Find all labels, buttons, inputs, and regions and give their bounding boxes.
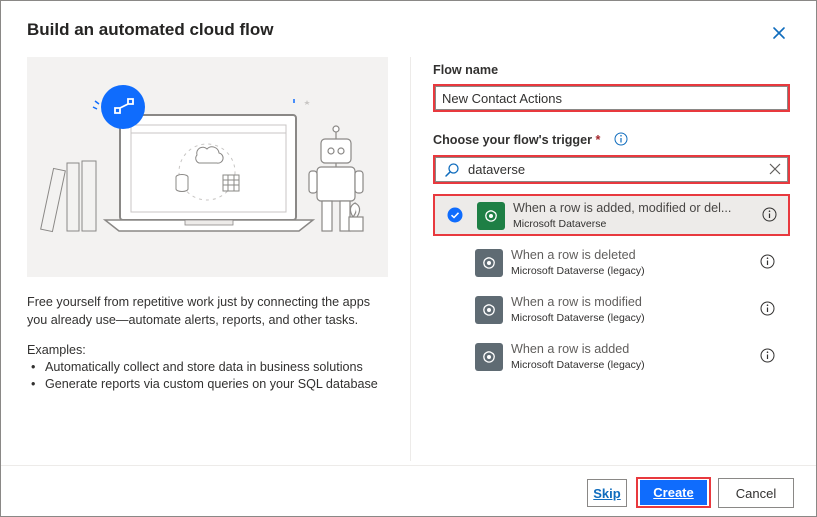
examples-list: Automatically collect and store data in …: [27, 359, 378, 393]
close-icon: [773, 27, 785, 39]
cancel-button[interactable]: Cancel: [718, 478, 794, 508]
build-flow-dialog: Build an automated cloud flow Free yours…: [0, 0, 817, 517]
trigger-option[interactable]: When a row is added, modified or del... …: [433, 194, 790, 236]
trigger-label-text: Choose your flow's trigger: [433, 132, 593, 147]
trigger-name: When a row is modified: [511, 295, 642, 309]
create-button-highlight: Create: [636, 477, 711, 508]
dataverse-icon: [477, 202, 505, 230]
dialog-title: Build an automated cloud flow: [27, 20, 274, 39]
trigger-option[interactable]: When a row is deleted Microsoft Datavers…: [433, 243, 790, 285]
info-icon[interactable]: [760, 348, 775, 368]
dataverse-legacy-icon: [475, 343, 503, 371]
examples-title: Examples:: [27, 343, 86, 357]
trigger-name: When a row is added, modified or del...: [513, 201, 732, 215]
flow-name-field-wrapper: [433, 84, 790, 112]
info-icon[interactable]: [760, 301, 775, 321]
trigger-name: When a row is deleted: [511, 248, 636, 262]
trigger-connector: Microsoft Dataverse (legacy): [511, 312, 645, 324]
clear-icon[interactable]: [768, 162, 782, 179]
trigger-name: When a row is added: [511, 342, 630, 356]
flow-name-input[interactable]: [435, 86, 788, 110]
example-item: Automatically collect and store data in …: [27, 359, 378, 376]
trigger-connector: Microsoft Dataverse (legacy): [511, 359, 645, 371]
close-button[interactable]: [769, 23, 789, 43]
trigger-search-input[interactable]: [435, 157, 788, 182]
footer-divider: [1, 465, 816, 466]
trigger-option[interactable]: When a row is added Microsoft Dataverse …: [433, 337, 790, 379]
info-icon[interactable]: [760, 254, 775, 274]
search-icon: [444, 162, 460, 181]
example-item: Generate reports via custom queries on y…: [27, 376, 378, 393]
trigger-label: Choose your flow's trigger *: [433, 132, 628, 149]
info-icon[interactable]: [762, 207, 777, 227]
skip-button[interactable]: Skip: [587, 479, 627, 507]
create-button[interactable]: Create: [640, 480, 707, 505]
dataverse-legacy-icon: [475, 249, 503, 277]
required-mark: *: [595, 132, 601, 147]
description-text: Free yourself from repetitive work just …: [27, 295, 370, 327]
checkmark-icon: [447, 207, 463, 228]
vertical-divider: [410, 57, 411, 461]
flow-name-label: Flow name: [433, 63, 499, 77]
info-icon[interactable]: [614, 132, 628, 149]
dataverse-legacy-icon: [475, 296, 503, 324]
trigger-connector: Microsoft Dataverse (legacy): [511, 265, 645, 277]
trigger-connector: Microsoft Dataverse: [513, 218, 607, 230]
trigger-option[interactable]: When a row is modified Microsoft Dataver…: [433, 290, 790, 332]
trigger-search-wrapper: [433, 155, 790, 184]
flow-illustration: [27, 57, 388, 277]
